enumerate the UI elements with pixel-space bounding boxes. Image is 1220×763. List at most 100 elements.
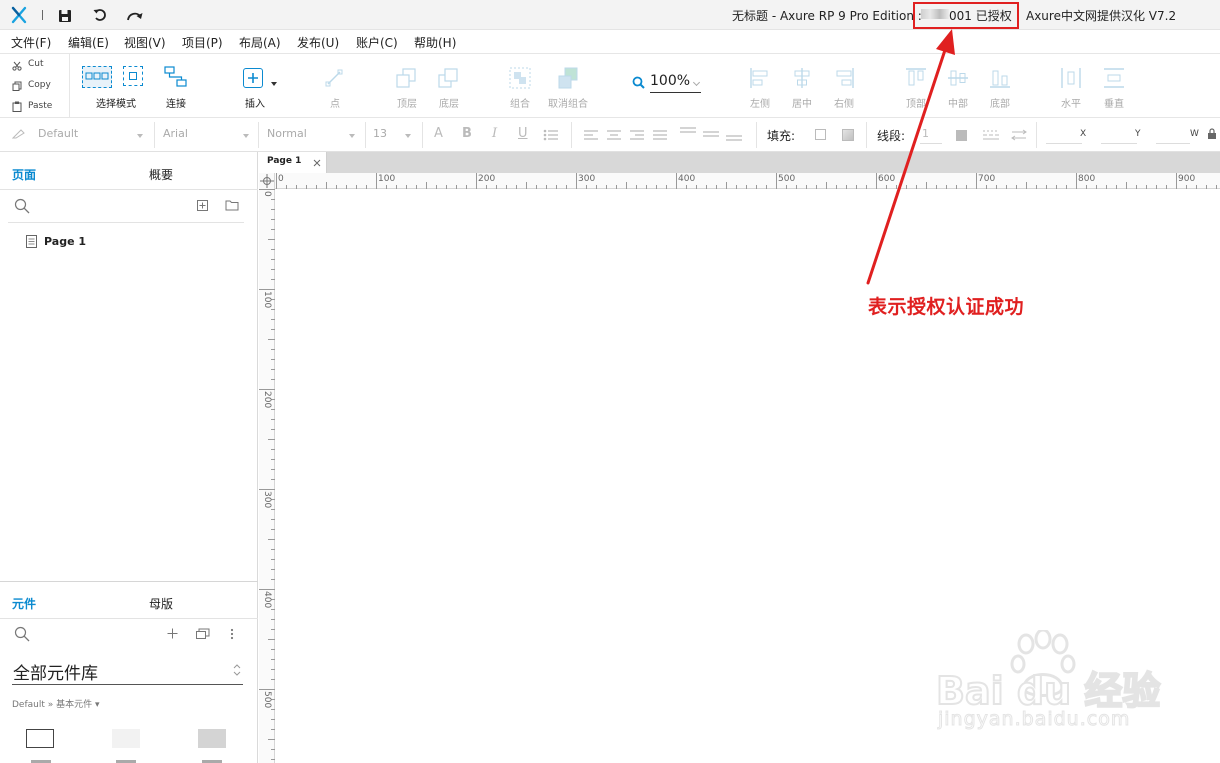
paste-button[interactable]: Paste [0, 97, 70, 117]
save-icon[interactable] [58, 8, 72, 22]
menu-account[interactable]: 账户(C) [356, 34, 398, 51]
ruler-h-label: 800 [1078, 174, 1096, 184]
style-dropdown[interactable]: Default [8, 124, 148, 146]
pages-search-divider [8, 222, 244, 223]
annotation-label: 表示授权认证成功 [868, 296, 1025, 318]
library-breadcrumb[interactable]: Default » 基本元件 ▾ [12, 697, 100, 710]
group-button[interactable]: 组合 [495, 62, 545, 114]
ruler-v-label: 400 [262, 591, 272, 609]
align-bottom-label: 底部 [990, 99, 1010, 110]
point-button[interactable]: 点 [310, 62, 360, 114]
shadow-swatch[interactable] [842, 129, 854, 141]
font-weight-value: Normal [267, 127, 307, 140]
x-input-underline[interactable] [1046, 143, 1082, 144]
page-tab-strip: Page 1 [259, 152, 1220, 173]
font-weight-caret-icon [349, 134, 355, 138]
insert-button[interactable]: 插入 [230, 62, 282, 114]
fill-label: 填充: [767, 129, 796, 143]
redo-icon[interactable] [126, 8, 144, 22]
bold-button[interactable]: B [462, 126, 472, 141]
y-input-underline[interactable] [1101, 143, 1137, 144]
tab-pages[interactable]: 页面 [12, 166, 36, 183]
cut-button[interactable]: Cut [0, 56, 70, 76]
style-toolbar: Default Arial Normal 13 A B I U 填充: 线段: … [0, 118, 1220, 152]
menu-bar: 文件(F) 编辑(E) 视图(V) 项目(P) 布局(A) 发布(U) 账户(C… [0, 30, 1220, 54]
undo-icon[interactable] [92, 7, 108, 23]
zoom-control[interactable]: 100% [630, 72, 705, 94]
menu-edit[interactable]: 编辑(E) [68, 34, 109, 51]
page-tree-item[interactable]: Page 1 [20, 232, 240, 252]
tab-masters[interactable]: 母版 [149, 595, 173, 612]
vertical-align-bottom-icon[interactable] [726, 126, 742, 142]
select-mode-button[interactable]: 选择模式 [80, 62, 152, 114]
menu-help[interactable]: 帮助(H) [414, 34, 456, 51]
w-input-underline[interactable] [1156, 143, 1190, 144]
line-pattern-icon[interactable] [983, 129, 999, 141]
widget-box[interactable] [26, 729, 54, 748]
more-options-icon[interactable] [230, 628, 234, 640]
library-menu-icon[interactable] [196, 628, 210, 639]
align-bottom-button[interactable]: 底部 [975, 62, 1025, 114]
text-justify-icon[interactable] [653, 129, 667, 141]
vertical-align-top-icon[interactable] [680, 126, 696, 142]
copy-button[interactable]: Copy [0, 76, 70, 96]
text-align-center-icon[interactable] [607, 129, 621, 141]
pages-search-icon[interactable] [14, 198, 30, 214]
group-icon [509, 67, 531, 89]
plus-icon [243, 68, 263, 88]
fill-color-swatch[interactable] [815, 129, 826, 140]
pages-tab-divider [0, 189, 258, 190]
w-label: W [1190, 129, 1199, 139]
window-title: 无标题 - Axure RP 9 Pro Edition : [732, 9, 922, 23]
ungroup-icon [558, 67, 578, 89]
connect-button[interactable]: 连接 [150, 62, 200, 114]
style-brush-icon [12, 129, 25, 139]
ruler-v-label: 300 [262, 491, 272, 509]
distribute-vertical-button[interactable]: 垂直 [1089, 62, 1139, 114]
crosshair-icon[interactable] [259, 173, 275, 189]
widget-placeholder-gray[interactable] [198, 729, 226, 748]
ruler-h-label: 0 [278, 174, 284, 184]
text-align-right-icon[interactable] [630, 129, 644, 141]
menu-arrange[interactable]: 布局(A) [239, 34, 281, 51]
bullet-list-icon[interactable] [543, 129, 559, 141]
widget-placeholder-light[interactable] [112, 729, 140, 748]
tab-outline[interactable]: 概要 [149, 166, 173, 183]
send-to-back-button[interactable]: 底层 [424, 62, 474, 114]
widgets-search-icon[interactable] [14, 626, 30, 642]
menu-file[interactable]: 文件(F) [11, 34, 51, 51]
align-right-icon [836, 68, 854, 88]
underline-button[interactable]: U [518, 126, 528, 141]
tab-widgets[interactable]: 元件 [12, 595, 36, 612]
page-tab[interactable]: Page 1 [259, 152, 327, 173]
paste-label: Paste [28, 101, 53, 111]
font-weight-dropdown[interactable]: Normal [264, 124, 359, 146]
ruler-h-label: 700 [978, 174, 996, 184]
menu-publish[interactable]: 发布(U) [297, 34, 339, 51]
arrow-style-icon[interactable] [1010, 129, 1028, 141]
font-family-dropdown[interactable]: Arial [160, 124, 252, 146]
font-size-dropdown[interactable]: 13 [370, 124, 416, 146]
font-size-value: 13 [373, 127, 387, 140]
menu-project[interactable]: 项目(P) [182, 34, 223, 51]
menu-view[interactable]: 视图(V) [124, 34, 166, 51]
ruler-h-label: 100 [378, 174, 396, 184]
select-intersect-icon [82, 66, 112, 88]
horizontal-ruler: 0 100 200 300 400 500 600 700 800 900 [259, 173, 1220, 189]
insert-label: 插入 [245, 99, 265, 110]
distribute-vertical-icon [1104, 68, 1124, 88]
text-align-left-icon[interactable] [584, 129, 598, 141]
italic-button[interactable]: I [492, 126, 497, 141]
annotation-arrow [866, 29, 955, 285]
clipboard-group: Cut Copy Paste [0, 54, 70, 118]
ungroup-button[interactable]: 取消组合 [543, 62, 593, 114]
lock-icon[interactable] [1207, 128, 1217, 140]
vertical-align-middle-icon[interactable] [703, 126, 719, 142]
add-page-icon[interactable] [197, 200, 208, 211]
close-tab-icon[interactable] [313, 159, 321, 167]
style-value: Default [38, 127, 79, 140]
add-library-icon[interactable] [167, 628, 178, 639]
font-color-button[interactable]: A [434, 126, 443, 141]
add-folder-icon[interactable] [225, 199, 239, 211]
library-dropdown[interactable]: 全部元件库 [12, 657, 243, 685]
